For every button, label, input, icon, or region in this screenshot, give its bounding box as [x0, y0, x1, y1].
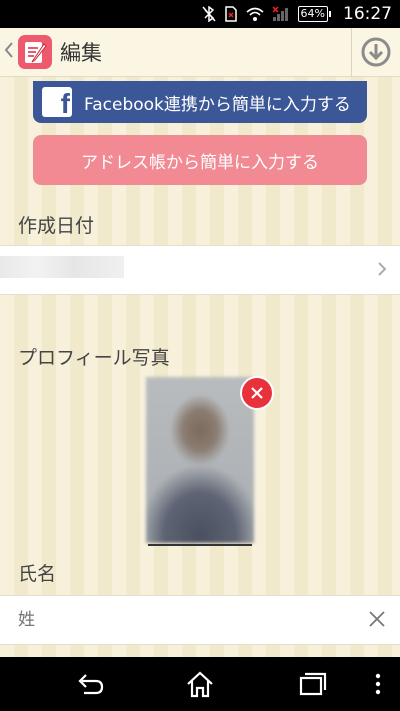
battery-indicator: 64% [297, 6, 332, 22]
recent-apps-icon[interactable] [296, 669, 328, 699]
clear-icon[interactable] [366, 608, 388, 630]
clock: 16:27 [343, 4, 392, 24]
facebook-import-button[interactable]: f Facebook連携から簡単に入力する [33, 81, 367, 123]
menu-icon[interactable] [372, 669, 384, 699]
status-icons: 64% [201, 4, 332, 24]
created-date-field[interactable] [0, 245, 400, 295]
download-circle-icon [361, 37, 391, 67]
wifi-icon [246, 7, 264, 21]
delete-photo-button[interactable] [242, 378, 272, 408]
last-name-field [0, 595, 400, 645]
profile-photo[interactable] [146, 377, 254, 543]
save-button[interactable] [351, 28, 400, 76]
app-bar: 編集 [0, 28, 400, 77]
memo-pen-icon [25, 42, 47, 63]
chevron-left-icon [4, 41, 13, 58]
facebook-import-label: Facebook連携から簡単に入力する [84, 94, 351, 115]
address-book-import-button[interactable]: アドレス帳から簡単に入力する [33, 135, 367, 185]
close-icon [251, 387, 263, 399]
bluetooth-off-icon [201, 6, 216, 22]
facebook-icon: f [42, 87, 72, 117]
system-nav-bar [0, 657, 400, 711]
created-date-value [0, 256, 124, 278]
status-bar: 64% 16:27 [0, 0, 400, 28]
back-arrow-icon[interactable] [74, 669, 106, 699]
created-date-label: 作成日付 [18, 215, 95, 237]
page-title: 編集 [60, 41, 102, 65]
name-label: 氏名 [18, 563, 57, 585]
signal-no-service-icon [272, 6, 288, 21]
address-book-import-label: アドレス帳から簡単に入力する [81, 152, 319, 173]
edit-form: f Facebook連携から簡単に入力する アドレス帳から簡単に入力する 作成日… [0, 77, 400, 657]
profile-photo-label: プロフィール写真 [18, 347, 170, 369]
no-sim-icon [224, 6, 237, 22]
app-icon[interactable] [18, 35, 52, 69]
back-button[interactable] [4, 41, 18, 64]
home-icon[interactable] [184, 669, 216, 699]
photo-divider [148, 544, 252, 546]
chevron-right-icon [378, 262, 387, 276]
last-name-input[interactable] [18, 596, 338, 644]
